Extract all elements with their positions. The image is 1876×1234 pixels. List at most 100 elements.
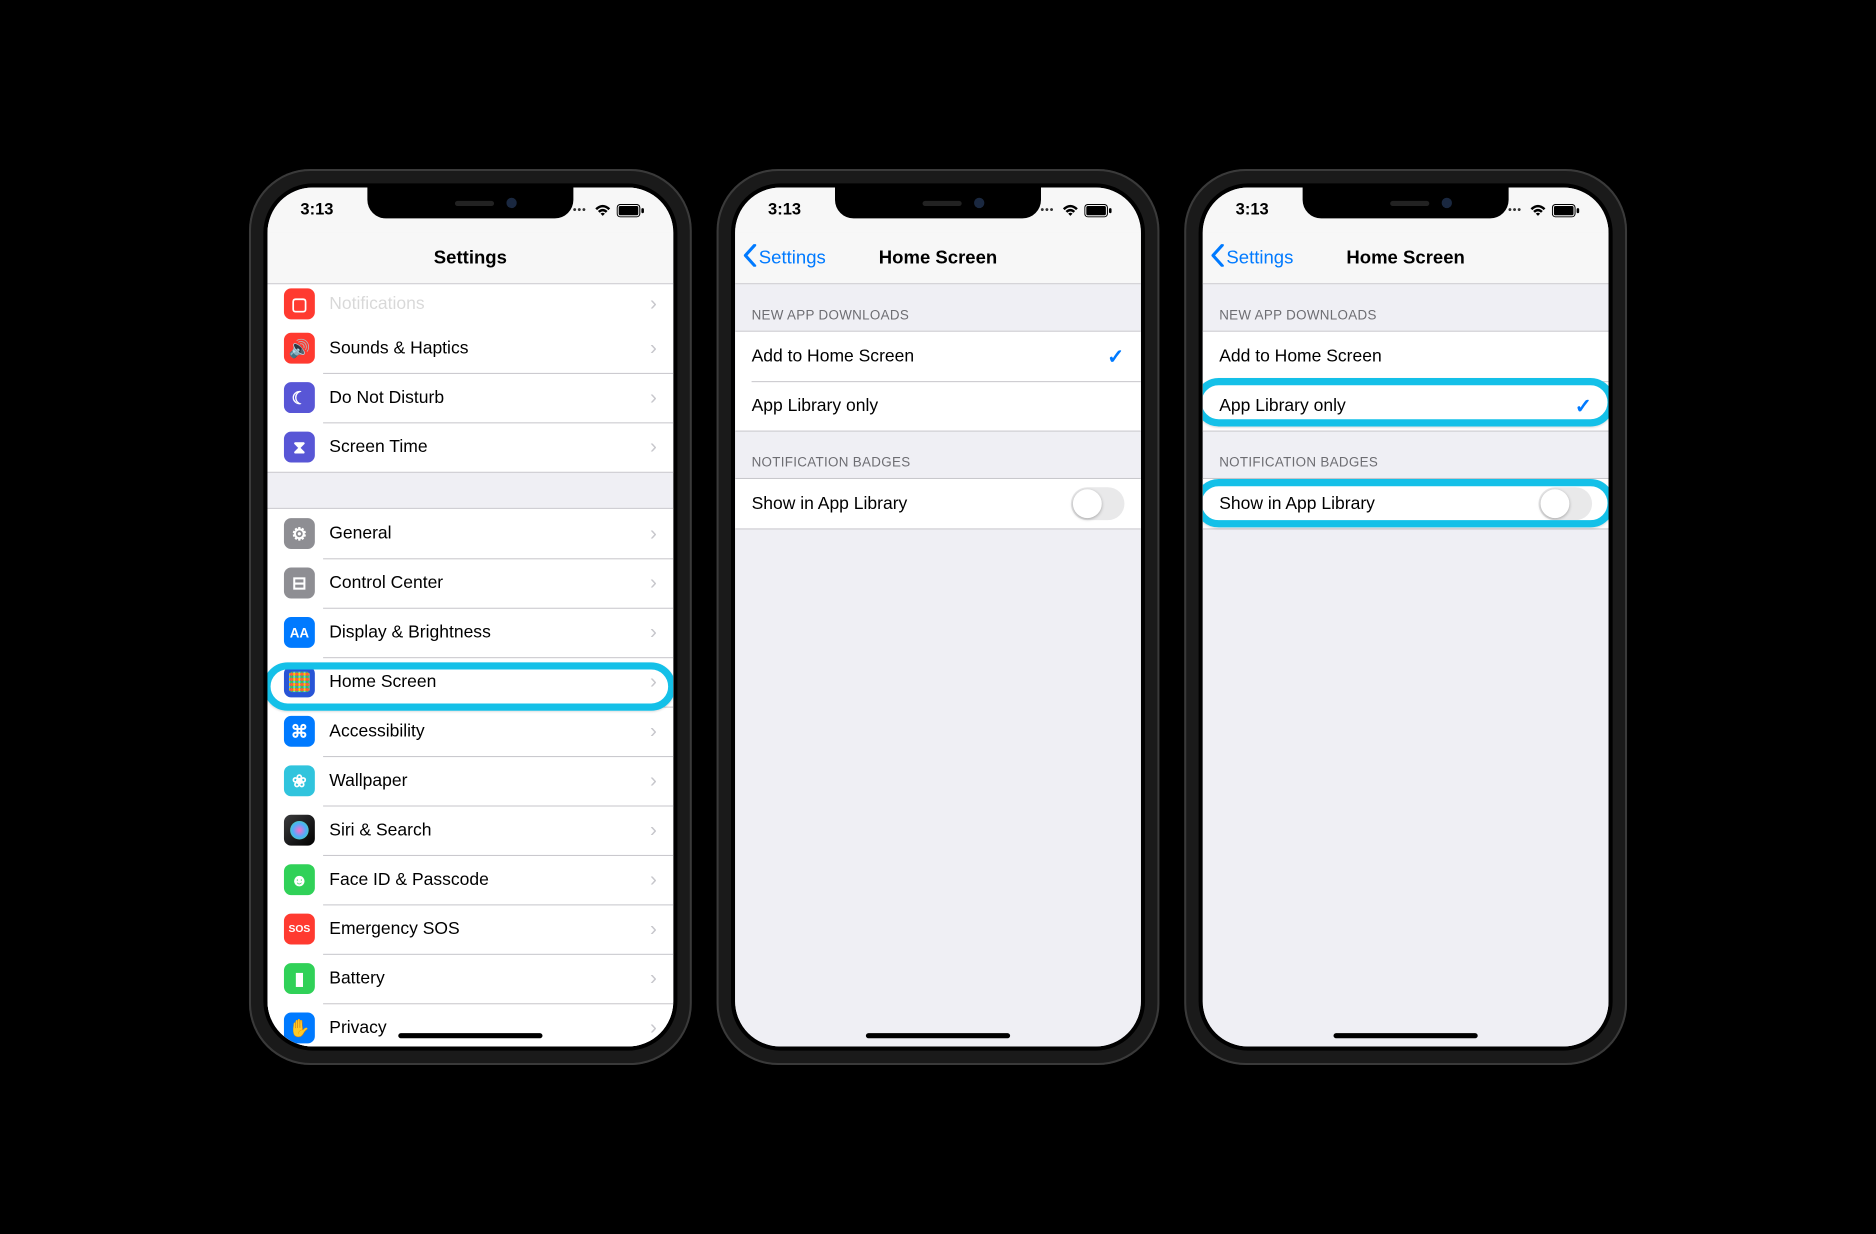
row-show-in-app-library[interactable]: Show in App Library [735,479,1141,528]
row-add-to-home-screen[interactable]: Add to Home Screen✓ [735,332,1141,381]
status-time: 3:13 [768,201,801,220]
section-header-downloads: NEW APP DOWNLOADS [1203,284,1609,330]
dnd-icon: ☾ [284,382,315,413]
settings-row-screen-time[interactable]: ⧗ Screen Time › [267,422,673,471]
row-app-library-only[interactable]: App Library only✓ [1203,381,1609,430]
status-right: ••• [573,203,645,216]
navbar: Settings Home Screen [1203,233,1609,284]
chevron-right-icon: › [650,336,657,360]
ellipsis-icon: ••• [1508,204,1522,215]
battery-icon: ▮ [284,963,315,994]
toggle[interactable] [1538,487,1592,520]
settings-row-accessibility[interactable]: ⌘ Accessibility › [267,707,673,756]
content[interactable]: NEW APP DOWNLOADS Add to Home Screen✓ App… [735,284,1141,1046]
settings-row-display-brightness[interactable]: AA Display & Brightness › [267,608,673,657]
nav-title: Home Screen [879,247,998,269]
notch [1303,187,1509,218]
settings-row-notifications[interactable]: ▢ Notifications › [267,284,673,323]
faceid-icon: ☻ [284,864,315,895]
row-label: Face ID & Passcode [329,869,643,890]
back-label: Settings [759,247,826,269]
settings-row-do-not-disturb[interactable]: ☾ Do Not Disturb › [267,373,673,422]
nav-title: Settings [434,247,507,269]
battery-icon [1084,203,1112,216]
row-label: Battery [329,968,643,989]
chevron-right-icon: › [650,621,657,645]
chevron-right-icon: › [650,769,657,793]
chevron-right-icon: › [650,1016,657,1040]
status-time: 3:13 [300,201,333,220]
settings-row-control-center[interactable]: ⊟ Control Center › [267,558,673,607]
settings-row-general[interactable]: ⚙ General › [267,509,673,558]
wifi-icon [1062,204,1080,216]
home-indicator[interactable] [866,1033,1010,1038]
sos-icon: SOS [284,914,315,945]
section-header-badges: NOTIFICATION BADGES [1203,432,1609,478]
row-label: Screen Time [329,437,643,458]
checkmark-icon: ✓ [1107,344,1124,370]
status-right: ••• [1040,203,1112,216]
chevron-right-icon: › [650,522,657,546]
sounds-icon: 🔊 [284,333,315,364]
content[interactable]: ▢ Notifications › 🔊 Sounds & Haptics ›☾ … [267,284,673,1046]
row-label: General [329,523,643,544]
settings-row-face-id-passcode[interactable]: ☻ Face ID & Passcode › [267,855,673,904]
row-label: Control Center [329,573,643,594]
back-button[interactable]: Settings [743,244,825,272]
notifications-icon: ▢ [284,288,315,319]
display-icon: AA [284,617,315,648]
checkmark-icon: ✓ [1575,393,1592,419]
row-label: Emergency SOS [329,919,643,940]
status-time: 3:13 [1236,201,1269,220]
home-indicator[interactable] [1334,1033,1478,1038]
row-label: Notifications [329,294,643,315]
section-header-downloads: NEW APP DOWNLOADS [735,284,1141,330]
home-indicator[interactable] [398,1033,542,1038]
row-label: App Library only [752,396,1125,417]
row-label: Siri & Search [329,820,643,841]
settings-row-battery[interactable]: ▮ Battery › [267,954,673,1003]
chevron-right-icon: › [650,670,657,694]
chevron-right-icon: › [650,967,657,991]
phone-homescreen-b: 3:13 ••• Settings Home Screen NEW APP DO… [1184,169,1627,1065]
row-app-library-only[interactable]: App Library only [735,381,1141,430]
row-show-in-app-library[interactable]: Show in App Library [1203,479,1609,528]
chevron-right-icon: › [650,571,657,595]
wifi-icon [1529,204,1547,216]
content[interactable]: NEW APP DOWNLOADS Add to Home ScreenApp … [1203,284,1609,1046]
back-label: Settings [1226,247,1293,269]
phone-homescreen-a: 3:13 ••• Settings Home Screen NEW APP DO… [717,169,1160,1065]
wallpaper-icon: ❀ [284,765,315,796]
homescreen-icon [284,666,315,697]
ellipsis-icon: ••• [573,204,587,215]
row-label: Show in App Library [752,493,1071,514]
accessibility-icon: ⌘ [284,716,315,747]
settings-row-wallpaper[interactable]: ❀ Wallpaper › [267,756,673,805]
settings-row-sounds-haptics[interactable]: 🔊 Sounds & Haptics › [267,323,673,372]
settings-row-siri-search[interactable]: Siri & Search › [267,805,673,854]
chevron-right-icon: › [650,818,657,842]
status-right: ••• [1508,203,1580,216]
wifi-icon [594,204,612,216]
navbar: Settings [267,233,673,284]
toggle[interactable] [1071,487,1125,520]
chevron-right-icon: › [650,386,657,410]
back-button[interactable]: Settings [1211,244,1293,272]
chevron-right-icon: › [650,917,657,941]
row-label: Home Screen [329,672,643,693]
general-icon: ⚙ [284,518,315,549]
row-label: Display & Brightness [329,622,643,643]
chevron-right-icon: › [650,719,657,743]
settings-row-home-screen[interactable]: Home Screen › [267,657,673,706]
chevron-right-icon: › [650,292,657,316]
settings-row-privacy[interactable]: ✋ Privacy › [267,1003,673,1046]
ellipsis-icon: ••• [1040,204,1054,215]
privacy-icon: ✋ [284,1013,315,1044]
controlcenter-icon: ⊟ [284,568,315,599]
row-add-to-home-screen[interactable]: Add to Home Screen [1203,332,1609,381]
row-label: Do Not Disturb [329,387,643,408]
battery-icon [617,203,645,216]
nav-title: Home Screen [1346,247,1465,269]
settings-row-emergency-sos[interactable]: SOS Emergency SOS › [267,904,673,953]
row-label: Show in App Library [1219,493,1538,514]
